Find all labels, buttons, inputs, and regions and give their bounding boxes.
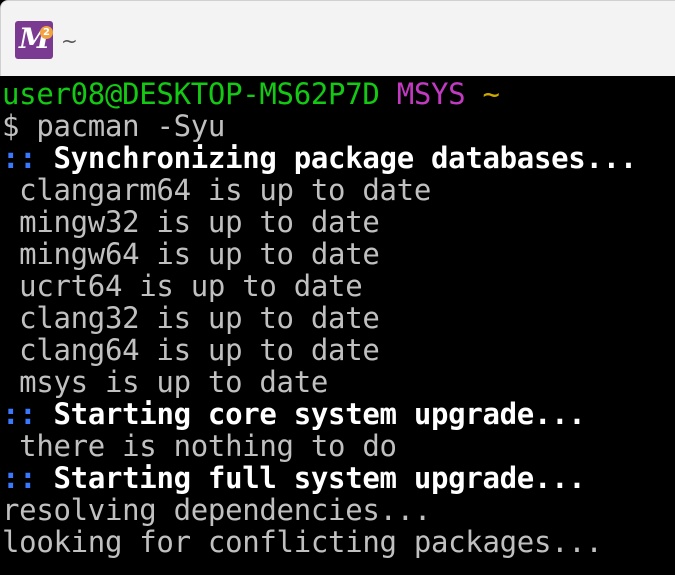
section-marker: ::	[2, 141, 37, 175]
window-title: ~	[61, 29, 78, 53]
prompt-line: user08@DESKTOP-MS62P7D MSYS ~	[0, 78, 675, 110]
output-line: resolving dependencies...	[2, 493, 431, 527]
msys2-icon-badge: 2	[40, 26, 53, 39]
prompt-cwd: ~	[482, 77, 500, 111]
output-line: mingw32 is up to date	[2, 205, 380, 239]
section-heading-text: Synchronizing package databases...	[53, 141, 638, 175]
output-line: clangarm64 is up to date	[2, 173, 431, 207]
output-line: there is nothing to do	[2, 429, 397, 463]
output-line: looking for conflicting packages...	[2, 525, 603, 559]
prompt-msystem: MSYS	[396, 77, 466, 111]
section-heading-text: Starting full system upgrade...	[53, 461, 586, 495]
section-heading-text: Starting core system upgrade...	[53, 397, 586, 431]
output-line: msys is up to date	[2, 365, 329, 399]
section-marker: ::	[2, 461, 37, 495]
terminal-output[interactable]: user08@DESKTOP-MS62P7D MSYS ~ $ pacman -…	[0, 76, 675, 575]
section-heading-sync: :: Synchronizing package databases...	[0, 142, 675, 174]
msys2-app-icon[interactable]: M 2	[15, 21, 53, 59]
output-line: ucrt64 is up to date	[2, 269, 363, 303]
title-bar[interactable]: M 2 ~	[0, 0, 675, 76]
section-heading-core: :: Starting core system upgrade...	[0, 398, 675, 430]
command-prompt-symbol: $	[2, 109, 37, 143]
command-text: pacman -Syu	[36, 109, 226, 143]
command-line: $ pacman -Syu	[0, 110, 675, 142]
output-line: clang32 is up to date	[2, 301, 380, 335]
section-heading-full: :: Starting full system upgrade...	[0, 462, 675, 494]
output-line: clang64 is up to date	[2, 333, 380, 367]
terminal-window: M 2 ~ user08@DESKTOP-MS62P7D MSYS ~ $ pa…	[0, 0, 675, 575]
prompt-user-host: user08@DESKTOP-MS62P7D	[2, 77, 380, 111]
section-marker: ::	[2, 397, 37, 431]
output-line: mingw64 is up to date	[2, 237, 380, 271]
